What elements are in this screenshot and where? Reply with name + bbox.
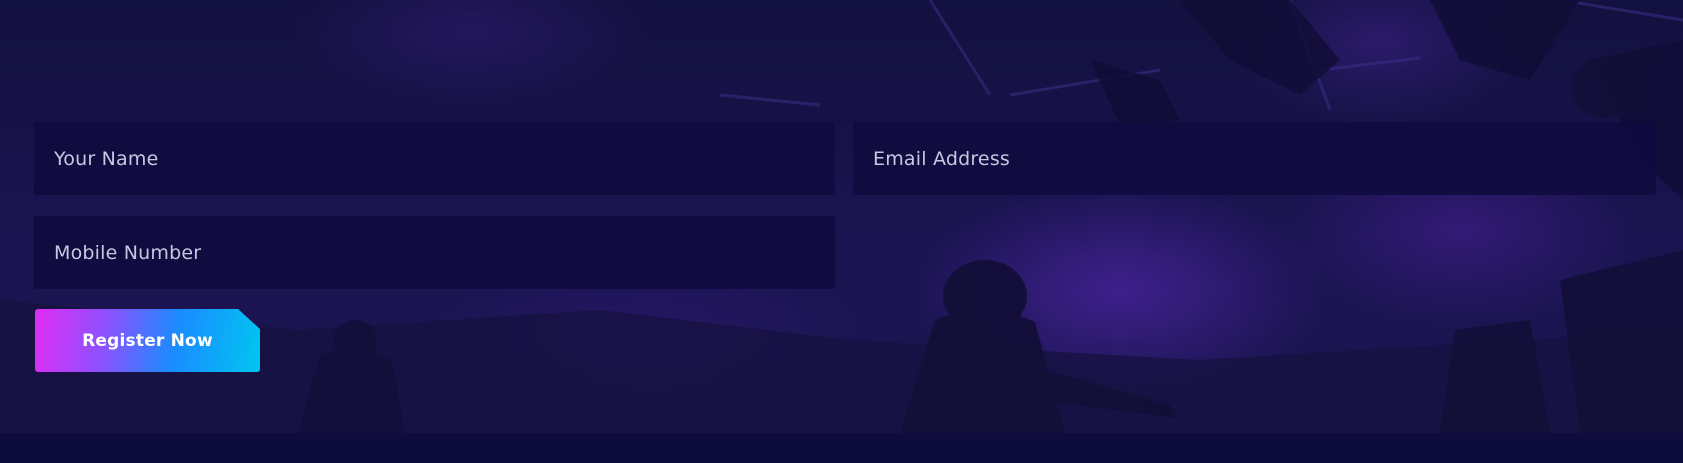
register-now-button-label: Register Now (82, 330, 213, 351)
mobile-number-field-placeholder: Mobile Number (54, 241, 202, 264)
name-field-placeholder: Your Name (54, 147, 159, 170)
email-field[interactable]: Email Address (853, 122, 1656, 195)
register-now-button[interactable]: Register Now (35, 309, 260, 372)
email-field-placeholder: Email Address (873, 147, 1011, 170)
footer-strip (0, 433, 1683, 463)
mobile-number-field[interactable]: Mobile Number (34, 216, 835, 289)
name-field[interactable]: Your Name (34, 122, 835, 195)
